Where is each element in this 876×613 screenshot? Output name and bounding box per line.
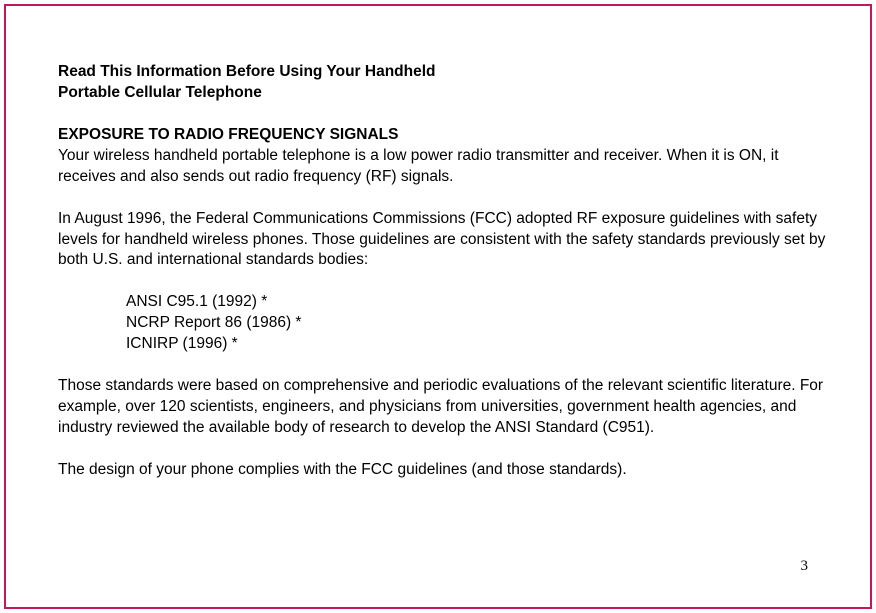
standards-list: ANSI C95.1 (1992) * NCRP Report 86 (1986… [126,292,826,355]
paragraph-3: Those standards were based on comprehens… [58,376,826,439]
paragraph-2: In August 1996, the Federal Communicatio… [58,209,826,272]
title-line-1: Read This Information Before Using Your … [58,62,826,83]
title-line-2: Portable Cellular Telephone [58,83,826,104]
paragraph-1: Your wireless handheld portable telephon… [58,146,826,188]
document-content: Read This Information Before Using Your … [58,62,826,481]
standard-item: ICNIRP (1996) * [126,334,826,355]
section-heading: EXPOSURE TO RADIO FREQUENCY SIGNALS [58,125,826,146]
page-number: 3 [801,558,809,575]
standard-item: ANSI C95.1 (1992) * [126,292,826,313]
standard-item: NCRP Report 86 (1986) * [126,313,826,334]
paragraph-4: The design of your phone complies with t… [58,460,826,481]
